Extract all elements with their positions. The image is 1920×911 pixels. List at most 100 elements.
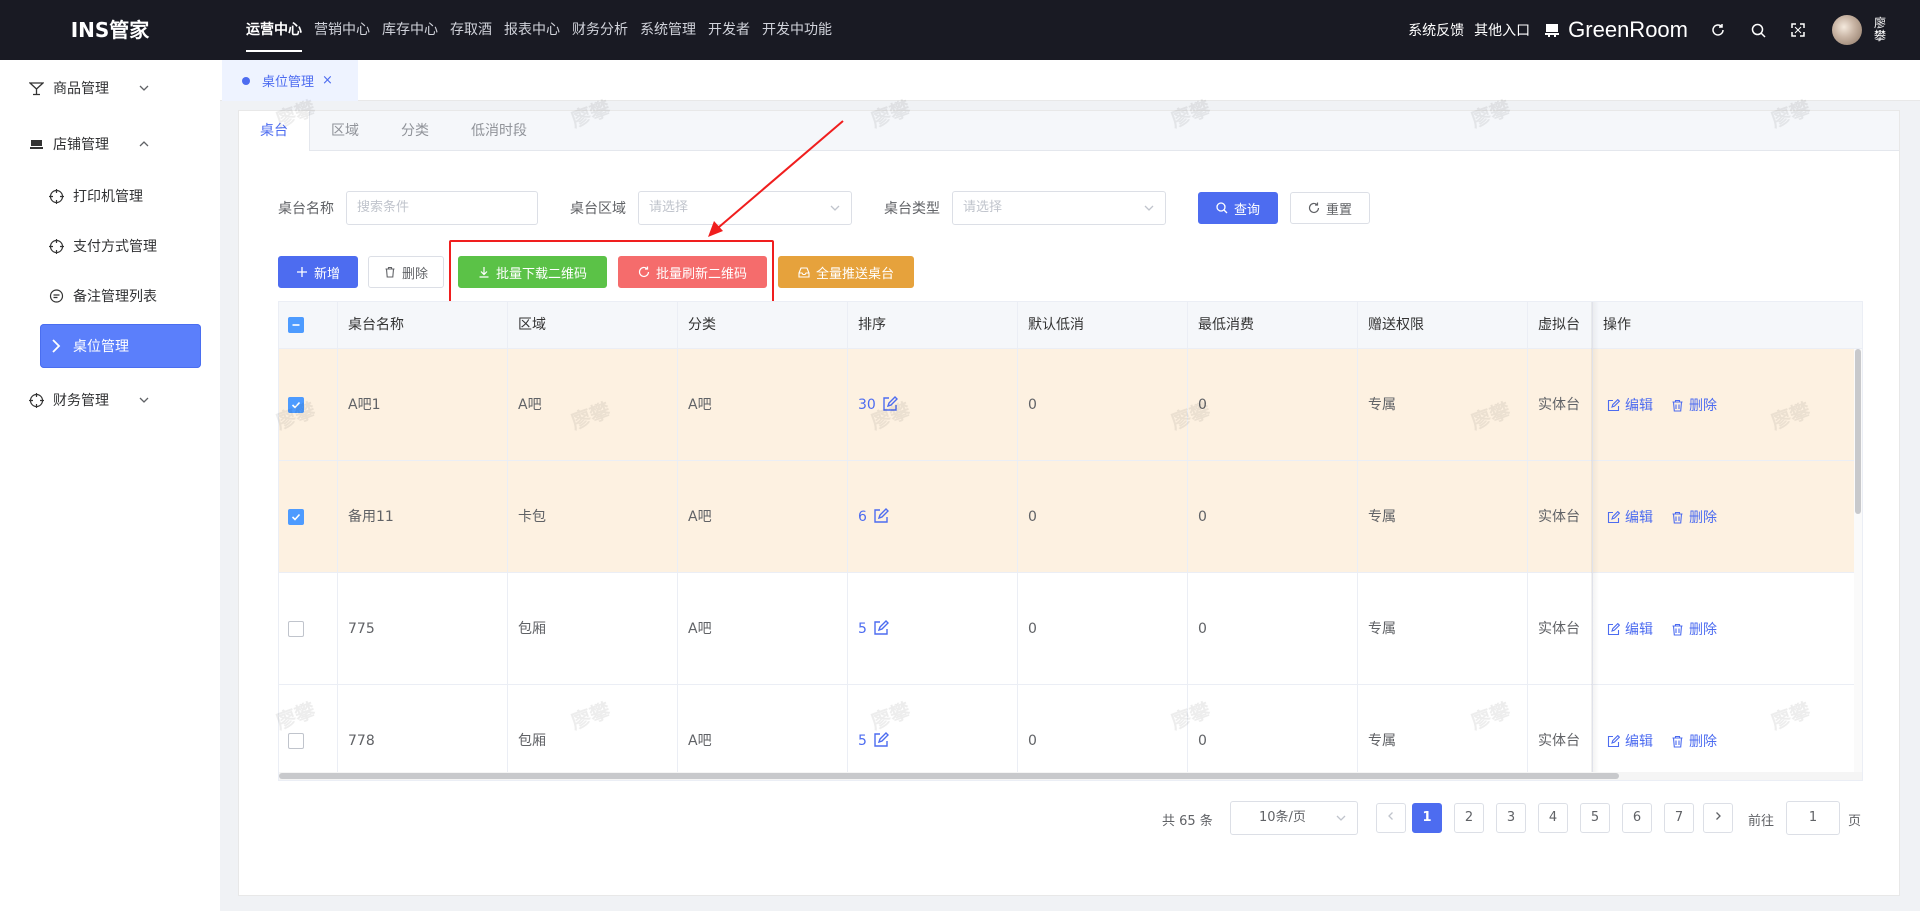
vertical-scroll-thumb[interactable] bbox=[1855, 349, 1861, 514]
sort-value[interactable]: 30 bbox=[858, 397, 876, 413]
goto-page-input[interactable]: 1 bbox=[1786, 801, 1840, 835]
table-row[interactable]: 778 包厢 A吧 5 0 0 专属 实体台 编辑 删除 bbox=[279, 685, 1862, 780]
user-name[interactable]: 廖攀 bbox=[1874, 17, 1890, 43]
edit-icon[interactable] bbox=[873, 619, 889, 636]
tab-categories[interactable]: 分类 bbox=[380, 111, 450, 151]
page-button-2[interactable]: 2 bbox=[1454, 803, 1484, 833]
refresh-icon[interactable] bbox=[1708, 20, 1728, 40]
cell-category: A吧 bbox=[678, 349, 848, 461]
sidebar-item-store[interactable]: 店铺管理 bbox=[0, 124, 220, 164]
search-icon[interactable] bbox=[1748, 20, 1768, 40]
page-button-5[interactable]: 5 bbox=[1580, 803, 1610, 833]
feedback-link[interactable]: 系统反馈 bbox=[1408, 20, 1464, 40]
table-row[interactable]: A吧1 A吧 A吧 30 0 0 专属 实体台 编辑 删除 bbox=[279, 349, 1862, 461]
header-category[interactable]: 分类 bbox=[678, 302, 848, 349]
close-icon[interactable]: × bbox=[322, 73, 333, 88]
chevron-right-icon bbox=[1716, 812, 1721, 820]
topnav-developer[interactable]: 开发者 bbox=[708, 0, 750, 60]
page-button-6[interactable]: 6 bbox=[1622, 803, 1652, 833]
header-table-name[interactable]: 桌台名称 bbox=[338, 302, 508, 349]
header-virtual[interactable]: 虚拟台 bbox=[1528, 302, 1593, 349]
row-delete-button[interactable]: 删除 bbox=[1671, 507, 1717, 527]
header-default-min[interactable]: 默认低消 bbox=[1018, 302, 1188, 349]
edit-icon[interactable] bbox=[873, 507, 889, 524]
sort-value[interactable]: 5 bbox=[858, 733, 867, 749]
select-all-checkbox[interactable] bbox=[288, 317, 304, 333]
horizontal-scroll-thumb[interactable] bbox=[279, 773, 1619, 779]
row-select-cell bbox=[279, 349, 338, 461]
add-button-label: 新增 bbox=[313, 266, 340, 282]
header-area[interactable]: 区域 bbox=[508, 302, 678, 349]
crosshair-icon bbox=[48, 188, 64, 204]
edit-button[interactable]: 编辑 bbox=[1607, 731, 1653, 751]
edit-button[interactable]: 编辑 bbox=[1607, 507, 1653, 527]
avatar[interactable] bbox=[1832, 15, 1862, 45]
topnav-operations[interactable]: 运营中心 bbox=[246, 0, 302, 60]
header-sort[interactable]: 排序 bbox=[848, 302, 1018, 349]
edit-icon bbox=[1607, 622, 1620, 635]
reset-button[interactable]: 重置 bbox=[1290, 192, 1370, 224]
topnav-system[interactable]: 系统管理 bbox=[640, 0, 696, 60]
table-type-select[interactable]: 请选择 bbox=[952, 191, 1166, 225]
page-button-3[interactable]: 3 bbox=[1496, 803, 1526, 833]
page-button-1[interactable]: 1 bbox=[1412, 803, 1442, 833]
edit-icon[interactable] bbox=[873, 731, 889, 748]
cell-virtual: 实体台 bbox=[1528, 461, 1593, 573]
cell-table-name: 备用11 bbox=[338, 461, 508, 573]
cell-category: A吧 bbox=[678, 573, 848, 685]
table-row[interactable]: 备用11 卡包 A吧 6 0 0 专属 实体台 编辑 删除 bbox=[279, 461, 1862, 573]
header-min-spend[interactable]: 最低消费 bbox=[1188, 302, 1358, 349]
topnav-reports[interactable]: 报表中心 bbox=[504, 0, 560, 60]
other-entry-link[interactable]: 其他入口 bbox=[1474, 20, 1530, 40]
page-button-7[interactable]: 7 bbox=[1664, 803, 1694, 833]
prev-page-button[interactable] bbox=[1376, 803, 1406, 833]
topnav-marketing[interactable]: 营销中心 bbox=[314, 0, 370, 60]
row-checkbox[interactable] bbox=[288, 397, 304, 413]
add-button[interactable]: 新增 bbox=[278, 256, 358, 288]
horizontal-scrollbar[interactable] bbox=[279, 772, 1862, 780]
row-checkbox[interactable] bbox=[288, 509, 304, 525]
edit-button-label: 编辑 bbox=[1625, 510, 1653, 526]
push-all-tables-button[interactable]: 全量推送桌台 bbox=[778, 256, 914, 288]
app-logo[interactable]: INS管家 bbox=[0, 0, 220, 60]
cell-gift-permission: 专属 bbox=[1358, 573, 1528, 685]
topnav-wine-storage[interactable]: 存取酒 bbox=[450, 0, 492, 60]
store-switcher[interactable]: GreenRoom bbox=[1544, 17, 1688, 43]
page-tab-table-management[interactable]: 桌位管理 × bbox=[222, 60, 358, 101]
tab-areas[interactable]: 区域 bbox=[310, 111, 380, 151]
sidebar-item-table-management[interactable]: 桌位管理 bbox=[40, 324, 201, 368]
cell-virtual: 实体台 bbox=[1528, 573, 1593, 685]
fullscreen-icon[interactable] bbox=[1788, 20, 1808, 40]
tab-tables[interactable]: 桌台 bbox=[239, 111, 310, 151]
edit-icon[interactable] bbox=[882, 395, 898, 412]
delete-button[interactable]: 删除 bbox=[368, 256, 444, 288]
sidebar-item-printer[interactable]: 打印机管理 bbox=[40, 174, 201, 218]
page-size-select[interactable]: 10条/页 bbox=[1230, 801, 1358, 835]
vertical-scrollbar[interactable] bbox=[1854, 349, 1862, 774]
sidebar-item-payment[interactable]: 支付方式管理 bbox=[40, 224, 201, 268]
topnav-finance[interactable]: 财务分析 bbox=[572, 0, 628, 60]
row-delete-button[interactable]: 删除 bbox=[1671, 731, 1717, 751]
row-checkbox[interactable] bbox=[288, 621, 304, 637]
query-button[interactable]: 查询 bbox=[1198, 192, 1278, 224]
sidebar-item-product[interactable]: 商品管理 bbox=[0, 68, 220, 108]
table-name-input[interactable]: 搜索条件 bbox=[346, 191, 538, 225]
edit-button[interactable]: 编辑 bbox=[1607, 395, 1653, 415]
sidebar-item-finance[interactable]: 财务管理 bbox=[0, 380, 220, 420]
sort-value[interactable]: 6 bbox=[858, 509, 867, 525]
next-page-button[interactable] bbox=[1703, 803, 1733, 833]
edit-button[interactable]: 编辑 bbox=[1607, 619, 1653, 639]
chevron-down-icon bbox=[1144, 205, 1154, 211]
topnav-dev-features[interactable]: 开发中功能 bbox=[762, 0, 832, 60]
sidebar-item-remarks[interactable]: 备注管理列表 bbox=[40, 274, 201, 318]
sort-value[interactable]: 5 bbox=[858, 621, 867, 637]
row-checkbox[interactable] bbox=[288, 733, 304, 749]
row-delete-button[interactable]: 删除 bbox=[1671, 395, 1717, 415]
table-row[interactable]: 775 包厢 A吧 5 0 0 专属 实体台 编辑 删除 bbox=[279, 573, 1862, 685]
row-delete-button[interactable]: 删除 bbox=[1671, 619, 1717, 639]
header-gift-permission[interactable]: 赠送权限 bbox=[1358, 302, 1528, 349]
tab-min-spend-periods[interactable]: 低消时段 bbox=[450, 111, 548, 151]
page-button-4[interactable]: 4 bbox=[1538, 803, 1568, 833]
topnav-inventory[interactable]: 库存中心 bbox=[382, 0, 438, 60]
cell-sort: 5 bbox=[848, 573, 1018, 685]
